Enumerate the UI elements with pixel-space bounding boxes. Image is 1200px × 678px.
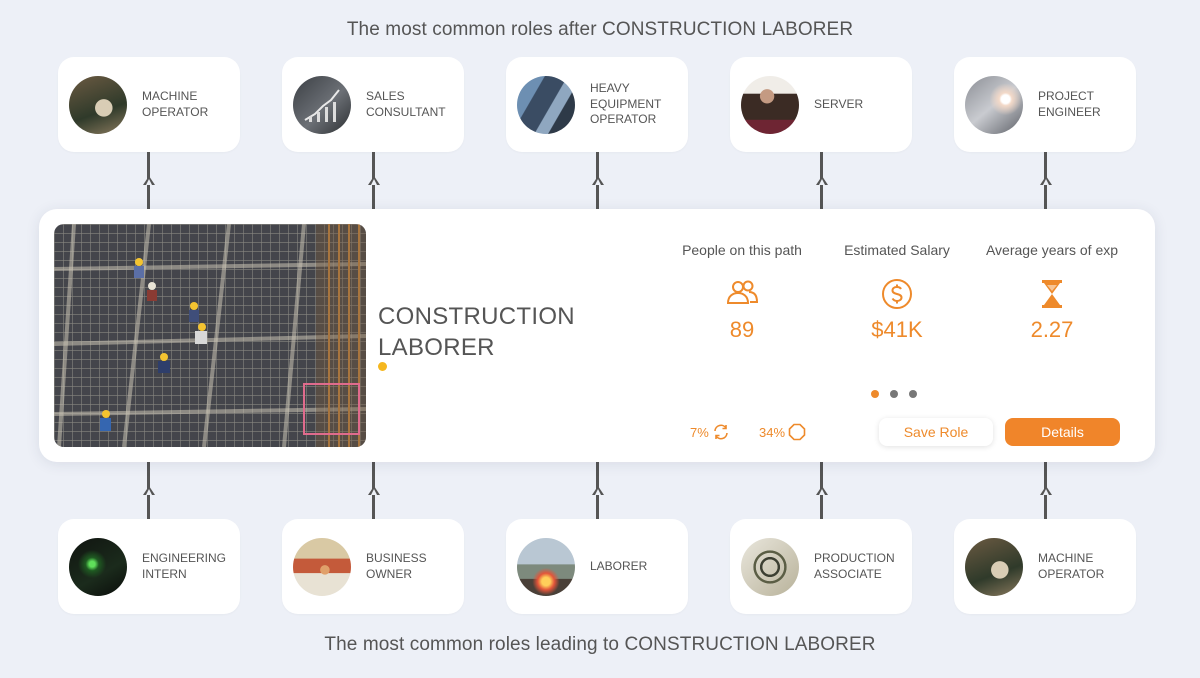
metric-b-value: 34% (759, 424, 786, 440)
role-name: PROJECT ENGINEER (1038, 89, 1101, 119)
metric-a-value: 7% (690, 424, 709, 440)
arrow-up-icon (367, 486, 380, 495)
stat-label: People on this path (682, 242, 802, 258)
next-role-card[interactable]: PROJECT ENGINEER (954, 57, 1136, 152)
stat-value: 89 (729, 317, 755, 342)
previous-role-card[interactable]: BUSINESS OWNER (282, 519, 464, 614)
role-name: PRODUCTION ASSOCIATE (814, 551, 895, 581)
role-name: MACHINE OPERATOR (1038, 551, 1105, 581)
arrow-up-icon (1039, 176, 1052, 185)
status-dot (378, 362, 387, 371)
rebar-workers-photo (54, 224, 366, 447)
previous-role-card[interactable]: MACHINE OPERATOR (954, 519, 1136, 614)
role-name: SERVER (814, 96, 864, 111)
role-name: MACHINE OPERATOR (142, 89, 209, 119)
next-role-card[interactable]: SALES CONSULTANT (282, 57, 464, 152)
cable-reel-photo (741, 537, 799, 596)
stat-value: 2.27 (1030, 317, 1074, 342)
people-icon (725, 277, 759, 311)
previous-role-card[interactable]: ENGINEERING INTERN (58, 519, 240, 614)
metric-a: 7% (690, 423, 730, 441)
site-fire-photo (517, 537, 575, 596)
role-name: LABORER (590, 558, 648, 573)
arrow-up-icon (591, 176, 604, 185)
octagon-icon (788, 423, 806, 441)
current-role-title: CONSTRUCTION LABORER (378, 303, 575, 361)
role-name: ENGINEERING INTERN (142, 551, 227, 581)
metric-b: 34% (759, 423, 806, 441)
previous-role-card[interactable]: LABORER (506, 519, 688, 614)
machine-operator-photo (69, 75, 127, 134)
next-role-card[interactable]: SERVER (730, 57, 912, 152)
details-button[interactable]: Details (1005, 418, 1120, 446)
previous-roles-heading: The most common roles leading to CONSTRU… (324, 634, 876, 655)
arrow-up-icon (142, 486, 155, 495)
refresh-icon (713, 424, 728, 440)
current-role-card: CONSTRUCTION LABORER People on this path… (39, 209, 1155, 462)
arrow-up-icon (142, 176, 155, 185)
role-name: BUSINESS OWNER (366, 551, 427, 581)
role-name: SALES CONSULTANT (366, 89, 446, 119)
stat-label: Average years of exp (985, 242, 1119, 258)
next-role-card[interactable]: HEAVY EQUIPMENT OPERATOR (506, 57, 688, 152)
next-role-card[interactable]: MACHINE OPERATOR (58, 57, 240, 152)
stat-experience: Average years of exp 2.27 (977, 242, 1127, 343)
pager-dot[interactable] (871, 390, 879, 398)
arrow-up-icon (591, 486, 604, 495)
pager-dot[interactable] (909, 390, 917, 398)
arrow-up-icon (815, 176, 828, 185)
pager-dot[interactable] (890, 390, 898, 398)
arrow-up-icon (815, 486, 828, 495)
stat-salary: Estimated Salary $41K (822, 242, 972, 343)
laser-lab-photo (69, 537, 127, 596)
next-roles-heading: The most common roles after CONSTRUCTION… (346, 19, 854, 40)
previous-role-card[interactable]: PRODUCTION ASSOCIATE (730, 519, 912, 614)
welding-sparks-photo (965, 75, 1023, 134)
shop-owner-photo (293, 537, 351, 596)
arrow-up-icon (367, 176, 380, 185)
save-role-button[interactable]: Save Role (879, 418, 993, 446)
stat-value: $41K (871, 317, 923, 342)
machine-operator-photo (965, 537, 1023, 596)
excavator-photo (517, 75, 575, 134)
hourglass-icon (1035, 277, 1069, 311)
server-photo (741, 75, 799, 134)
role-name: HEAVY EQUIPMENT OPERATOR (590, 81, 662, 127)
carousel-pager (871, 390, 917, 398)
stat-label: Estimated Salary (844, 242, 950, 258)
arrow-up-icon (1039, 486, 1052, 495)
stat-people: People on this path 89 (667, 242, 817, 343)
dollar-icon (880, 277, 914, 311)
sales-chart-photo (293, 75, 351, 134)
